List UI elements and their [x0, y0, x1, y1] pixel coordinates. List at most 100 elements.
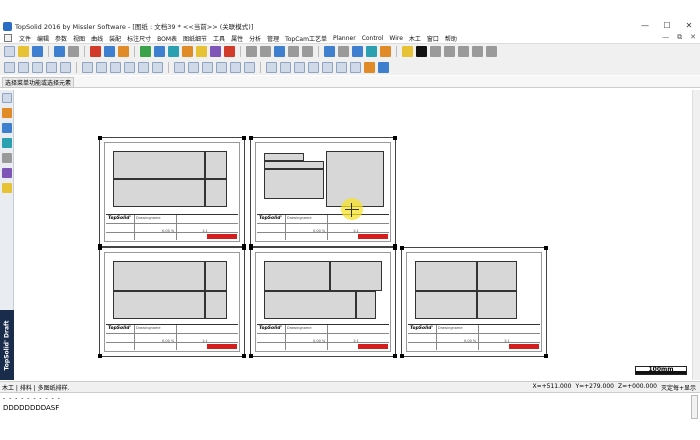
menu-parameters[interactable]: 参数 [55, 34, 67, 43]
show-icon[interactable] [168, 46, 179, 57]
undo-icon[interactable] [104, 46, 115, 57]
view-front-icon[interactable] [4, 61, 15, 73]
nest-parts-icon[interactable] [294, 61, 305, 73]
auxiliary-view-icon[interactable] [96, 61, 107, 73]
print-icon[interactable] [54, 46, 65, 57]
menu-wire[interactable]: Wire [389, 35, 403, 42]
doc-minimize-button[interactable]: — [662, 33, 669, 42]
menu-file[interactable]: 文件 [19, 34, 31, 43]
nested-part[interactable] [264, 261, 330, 291]
command-input-text[interactable]: DDDDDDDDASF [3, 404, 59, 412]
menu-assembly[interactable]: 装配 [109, 34, 121, 43]
doc-close-button[interactable]: ✕ [690, 33, 696, 42]
line-weight-icon[interactable] [472, 46, 483, 57]
zoom-extents-icon[interactable] [352, 46, 363, 57]
view-section-icon[interactable] [60, 61, 71, 73]
canvas-scrollbar[interactable] [692, 90, 700, 380]
command-scrollbar[interactable] [691, 395, 698, 419]
nested-part[interactable] [205, 179, 227, 207]
pointer-icon[interactable] [246, 46, 257, 57]
nested-part[interactable] [330, 261, 382, 291]
nested-part[interactable] [205, 151, 227, 179]
close-button[interactable]: ✕ [678, 18, 700, 34]
menu-planner[interactable]: Planner [333, 35, 356, 42]
nested-part[interactable] [264, 169, 324, 199]
hammer-icon[interactable] [182, 46, 193, 57]
nested-part[interactable] [415, 261, 477, 291]
table-tool-icon[interactable] [2, 153, 12, 163]
menu-attributes[interactable]: 属性 [231, 34, 243, 43]
maximize-button[interactable]: ☐ [656, 18, 678, 34]
menu-window[interactable]: 窗口 [427, 34, 439, 43]
nested-part[interactable] [264, 161, 324, 169]
view-side-icon[interactable] [32, 61, 43, 73]
magic-wand-icon[interactable] [364, 61, 375, 73]
nested-part[interactable] [415, 291, 477, 319]
command-area[interactable]: - - - - - - - - - - DDDDDDDDASF [0, 392, 700, 420]
symbol-tool-icon[interactable] [2, 168, 12, 178]
nest-settings-icon[interactable] [350, 61, 361, 73]
menu-topcam[interactable]: TopCam工艺单 [285, 34, 327, 43]
nested-part[interactable] [205, 261, 227, 291]
transform-icon[interactable] [378, 61, 389, 73]
point-style-icon[interactable] [430, 46, 441, 57]
menu-help[interactable]: 帮助 [445, 34, 457, 43]
annotation-tool-icon[interactable] [2, 138, 12, 148]
menu-woodwork[interactable]: 木工 [409, 34, 421, 43]
library-tool-icon[interactable] [2, 183, 12, 193]
nesting-sheet-2[interactable]: TopSolid' Drawingname 0.00 % 1:1 [249, 136, 397, 248]
hide-icon[interactable] [154, 46, 165, 57]
eraser-icon[interactable] [118, 46, 129, 57]
menu-control[interactable]: Control [362, 35, 384, 42]
border-icon[interactable] [216, 61, 227, 73]
attributes-icon[interactable] [210, 46, 221, 57]
nest-export-icon[interactable] [336, 61, 347, 73]
delete-icon[interactable] [90, 46, 101, 57]
menu-bom[interactable]: BOM表 [157, 34, 177, 43]
nested-part[interactable] [477, 291, 517, 319]
print-preview-icon[interactable] [68, 46, 79, 57]
render-icon[interactable] [380, 46, 391, 57]
minimize-button[interactable]: — [634, 18, 656, 34]
nesting-sheet-5[interactable]: TopSolid' Drawingname 0.00 % 1:1 [400, 246, 548, 358]
layout-icon[interactable] [244, 61, 255, 73]
pencil-icon[interactable] [402, 46, 413, 57]
nested-part[interactable] [356, 291, 376, 319]
nested-part[interactable] [477, 261, 517, 291]
nest-icon[interactable] [266, 61, 277, 73]
menu-drawing-details[interactable]: 图纸细节 [183, 34, 207, 43]
color-icon[interactable] [224, 46, 235, 57]
nested-part[interactable] [264, 153, 304, 161]
nest-optimize-icon[interactable] [322, 61, 333, 73]
open-folder-icon[interactable] [18, 46, 29, 57]
dimension-tool-icon[interactable] [2, 123, 12, 133]
nested-part[interactable] [113, 179, 205, 207]
nest-sheets-icon[interactable] [280, 61, 291, 73]
zoom-dropdown-icon[interactable] [338, 46, 349, 57]
hook-icon[interactable] [288, 46, 299, 57]
new-document-icon[interactable] [4, 46, 15, 57]
menu-tools[interactable]: 工具 [213, 34, 225, 43]
crop-view-icon[interactable] [124, 61, 135, 73]
pencil-tool-icon[interactable] [2, 108, 12, 118]
save-icon[interactable] [32, 46, 43, 57]
view-top-icon[interactable] [18, 61, 29, 73]
hatch-icon[interactable] [486, 46, 497, 57]
layer-icon[interactable] [140, 46, 151, 57]
copy-icon[interactable] [302, 46, 313, 57]
lightbulb-icon[interactable] [196, 46, 207, 57]
layers-panel-icon[interactable] [2, 93, 12, 103]
sheet-icon[interactable] [174, 61, 185, 73]
menu-dimension[interactable]: 标注尺寸 [127, 34, 151, 43]
zoom-icon[interactable] [324, 46, 335, 57]
display-mode[interactable]: 灭定每+显示 [661, 383, 696, 392]
menu-analysis[interactable]: 分析 [249, 34, 261, 43]
nested-part[interactable] [113, 151, 205, 179]
nesting-sheet-3[interactable]: TopSolid' Drawingname 0.00 % 1:1 [98, 246, 246, 358]
line-type-icon[interactable] [458, 46, 469, 57]
title-block-icon[interactable] [202, 61, 213, 73]
menu-curves[interactable]: 曲线 [91, 34, 103, 43]
drawing-canvas[interactable]: TopSolid' Drawingname 0.00 % 1:1 TopSoli… [15, 90, 700, 380]
move-icon[interactable] [274, 46, 285, 57]
menu-edit[interactable]: 编辑 [37, 34, 49, 43]
